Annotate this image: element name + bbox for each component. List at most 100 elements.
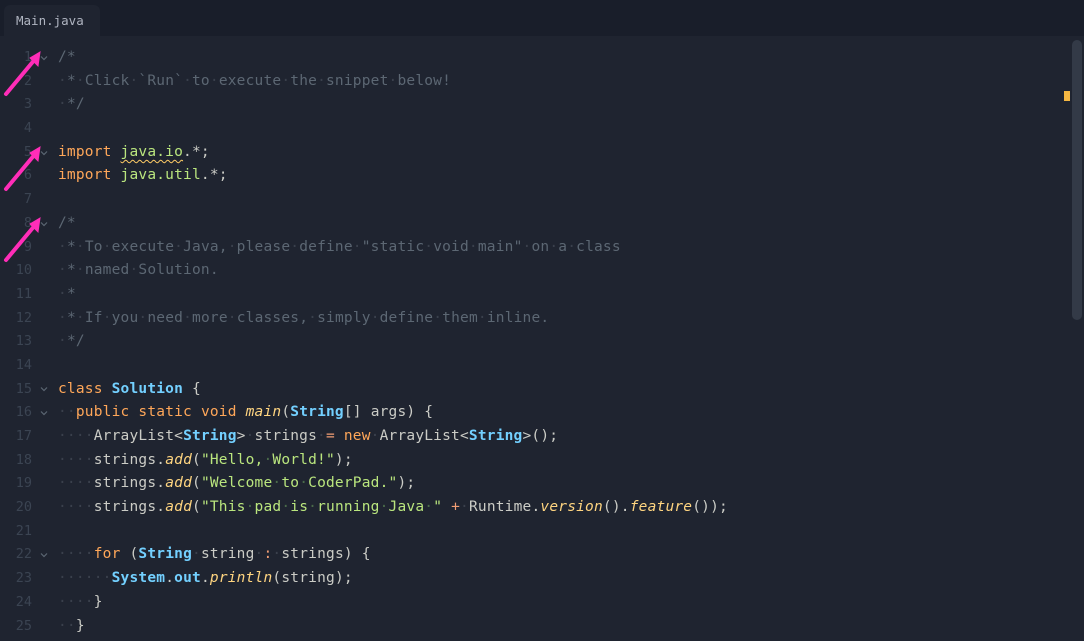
code-line[interactable]: 6import java.util.*;: [0, 164, 1084, 188]
line-number: 3: [0, 93, 34, 117]
line-number: 16: [0, 401, 34, 425]
line-number: 8: [0, 212, 34, 236]
line-number: 9: [0, 236, 34, 260]
code-line[interactable]: 16 ··public static void main(String[] arg…: [0, 401, 1084, 425]
line-number: 23: [0, 567, 34, 591]
code-line[interactable]: 4: [0, 117, 1084, 141]
code-content[interactable]: /*: [54, 46, 76, 70]
code-content[interactable]: ·*·To·execute·Java,·please·define·"stati…: [54, 236, 621, 260]
chevron-down-icon[interactable]: [38, 52, 50, 64]
code-line[interactable]: 14: [0, 354, 1084, 378]
line-number: 7: [0, 188, 34, 212]
code-content[interactable]: [54, 354, 58, 378]
code-content[interactable]: ·*·named·Solution.: [54, 259, 219, 283]
file-tab[interactable]: Main.java: [4, 5, 100, 36]
line-number: 11: [0, 283, 34, 307]
line-number: 4: [0, 117, 34, 141]
code-content[interactable]: ······System.out.println(string);: [54, 567, 353, 591]
code-content[interactable]: ····}: [54, 591, 103, 615]
fold-gutter: [34, 354, 54, 378]
line-number: 13: [0, 330, 34, 354]
fold-gutter[interactable]: [34, 212, 54, 236]
code-content[interactable]: ··public static void main(String[] args)…: [54, 401, 433, 425]
fold-gutter[interactable]: [34, 378, 54, 402]
code-line[interactable]: 25 ··}: [0, 615, 1084, 639]
fold-gutter[interactable]: [34, 543, 54, 567]
chevron-down-icon[interactable]: [38, 383, 50, 395]
line-number: 15: [0, 378, 34, 402]
code-content[interactable]: import java.util.*;: [54, 164, 228, 188]
code-line[interactable]: 24 ····}: [0, 591, 1084, 615]
editor-window: Main.java 1 /* 2 ·*·Click·`Run`·to·execute·…: [0, 0, 1084, 641]
line-number: 20: [0, 496, 34, 520]
code-editor[interactable]: 1 /* 2 ·*·Click·`Run`·to·execute·the·snippe…: [0, 36, 1084, 641]
code-line[interactable]: 11 ·*: [0, 283, 1084, 307]
line-number: 2: [0, 70, 34, 94]
fold-gutter: [34, 164, 54, 188]
fold-gutter[interactable]: [34, 401, 54, 425]
code-content[interactable]: ····ArrayList<String>·strings·= new·Arra…: [54, 425, 558, 449]
line-number: 12: [0, 307, 34, 331]
line-number: 24: [0, 591, 34, 615]
line-number: 18: [0, 449, 34, 473]
code-content[interactable]: ·*/: [54, 330, 85, 354]
code-content[interactable]: ·*: [54, 283, 76, 307]
code-line[interactable]: 7: [0, 188, 1084, 212]
code-content[interactable]: ····strings.add("This·pad·is·running·Jav…: [54, 496, 728, 520]
line-number: 10: [0, 259, 34, 283]
code-line[interactable]: 13 ·*/: [0, 330, 1084, 354]
chevron-down-icon[interactable]: [38, 407, 50, 419]
code-content[interactable]: class Solution {: [54, 378, 201, 402]
code-content[interactable]: import java.io.*;: [54, 141, 210, 165]
fold-gutter: [34, 330, 54, 354]
fold-gutter: [34, 70, 54, 94]
code-line[interactable]: 8 /*: [0, 212, 1084, 236]
fold-gutter: [34, 93, 54, 117]
code-line[interactable]: 15 class Solution {: [0, 378, 1084, 402]
fold-gutter: [34, 591, 54, 615]
code-line[interactable]: 20 ····strings.add("This·pad·is·running·J…: [0, 496, 1084, 520]
line-number: 25: [0, 615, 34, 639]
line-number: 1: [0, 46, 34, 70]
code-line[interactable]: 9 ·*·To·execute·Java,·please·define·"stat…: [0, 236, 1084, 260]
fold-gutter: [34, 615, 54, 639]
fold-gutter[interactable]: [34, 141, 54, 165]
code-content[interactable]: [54, 117, 58, 141]
code-content[interactable]: ··}: [54, 615, 85, 639]
line-number: 22: [0, 543, 34, 567]
code-line[interactable]: 22 ····for (String·string·:·strings) {: [0, 543, 1084, 567]
fold-gutter: [34, 236, 54, 260]
chevron-down-icon[interactable]: [38, 147, 50, 159]
code-line[interactable]: 23 ······System.out.println(string);: [0, 567, 1084, 591]
code-lines-container: 1 /* 2 ·*·Click·`Run`·to·execute·the·snippe…: [0, 46, 1084, 638]
code-content[interactable]: ·*·Click·`Run`·to·execute·the·snippet·be…: [54, 70, 451, 94]
fold-gutter: [34, 283, 54, 307]
code-content[interactable]: ·*/: [54, 93, 85, 117]
code-line[interactable]: 17····ArrayList<String>·strings·= new·Ar…: [0, 425, 1084, 449]
fold-gutter: [34, 259, 54, 283]
code-line[interactable]: 2 ·*·Click·`Run`·to·execute·the·snippet·b…: [0, 70, 1084, 94]
code-line[interactable]: 18 ····strings.add("Hello,·World!");: [0, 449, 1084, 473]
code-content[interactable]: [54, 520, 58, 544]
chevron-down-icon[interactable]: [38, 218, 50, 230]
code-content[interactable]: ····for (String·string·:·strings) {: [54, 543, 371, 567]
code-line[interactable]: 1 /*: [0, 46, 1084, 70]
line-number: 21: [0, 520, 34, 544]
code-line[interactable]: 5import java.io.*;: [0, 141, 1084, 165]
code-line[interactable]: 12 ·*·If·you·need·more·classes,·simply·de…: [0, 307, 1084, 331]
code-content[interactable]: /*: [54, 212, 76, 236]
code-line[interactable]: 21: [0, 520, 1084, 544]
code-content[interactable]: ····strings.add("Hello,·World!");: [54, 449, 353, 473]
chevron-down-icon[interactable]: [38, 549, 50, 561]
line-number: 14: [0, 354, 34, 378]
code-content[interactable]: ·*·If·you·need·more·classes,·simply·defi…: [54, 307, 549, 331]
code-content[interactable]: [54, 188, 58, 212]
code-line[interactable]: 19····strings.add("Welcome·to·CoderPad."…: [0, 472, 1084, 496]
fold-gutter: [34, 496, 54, 520]
code-line[interactable]: 3 ·*/: [0, 93, 1084, 117]
code-line[interactable]: 10 ·*·named·Solution.: [0, 259, 1084, 283]
fold-gutter: [34, 188, 54, 212]
fold-gutter: [34, 567, 54, 591]
fold-gutter[interactable]: [34, 46, 54, 70]
code-content[interactable]: ····strings.add("Welcome·to·CoderPad.");: [54, 472, 415, 496]
